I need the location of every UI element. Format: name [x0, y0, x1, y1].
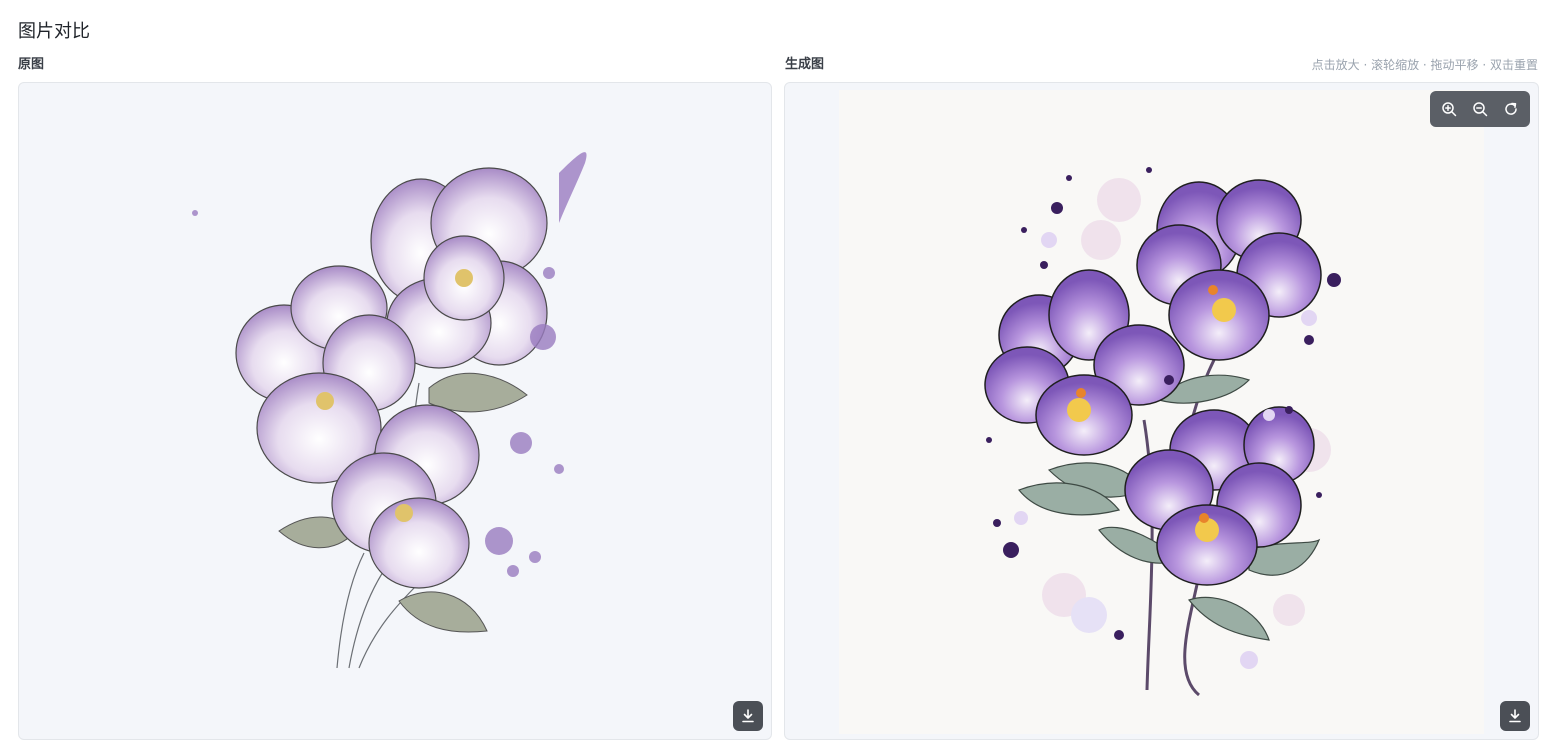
- zoom-in-icon: [1442, 102, 1457, 117]
- zoom-toolbar: [1430, 91, 1530, 127]
- reset-button[interactable]: [1499, 97, 1523, 121]
- generated-image-art: [984, 167, 1341, 697]
- original-label: 原图: [18, 57, 45, 72]
- generated-image-panel[interactable]: [784, 82, 1539, 740]
- reset-icon: [1505, 102, 1517, 115]
- generated-label: 生成图: [785, 57, 825, 72]
- zoom-out-icon: [1473, 102, 1488, 117]
- original-download-button[interactable]: [733, 701, 763, 731]
- download-icon: [742, 709, 754, 723]
- interaction-hint: 点击放大 · 滚轮缩放 · 拖动平移 · 双击重置: [1311, 58, 1538, 72]
- download-icon: [1509, 709, 1521, 723]
- page-title: 图片对比: [18, 21, 90, 42]
- original-image-panel[interactable]: [18, 82, 772, 740]
- zoom-in-button[interactable]: [1437, 97, 1461, 121]
- zoom-out-button[interactable]: [1468, 97, 1492, 121]
- original-image: [192, 152, 587, 669]
- generated-download-button[interactable]: [1500, 701, 1530, 731]
- generated-image: [839, 90, 1484, 734]
